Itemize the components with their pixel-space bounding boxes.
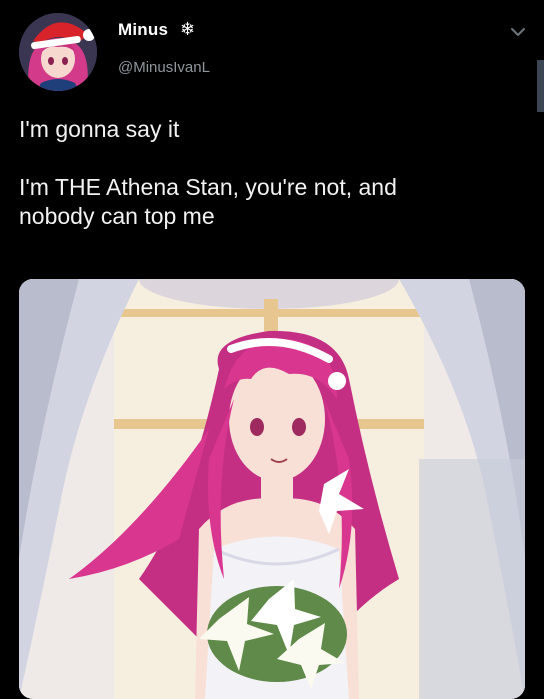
tweet-text: I'm gonna say it I'm THE Athena Stan, yo… — [19, 115, 524, 231]
user-handle[interactable]: @MinusIvanL — [118, 59, 210, 76]
tweet-text-line: I'm THE Athena Stan, you're not, and — [19, 174, 397, 200]
snowflake-icon: ❄ — [180, 19, 196, 39]
tweet-text-line: nobody can top me — [19, 203, 215, 229]
tweet-media-image[interactable] — [19, 279, 525, 699]
display-name[interactable]: Minus — [118, 20, 168, 40]
chevron-down-icon[interactable] — [505, 22, 531, 42]
avatar[interactable] — [19, 13, 97, 91]
tweet-text-line: I'm gonna say it — [19, 116, 180, 142]
scrollbar[interactable] — [537, 60, 544, 112]
tweet-header: Minus ❄ @MinusIvanL — [0, 0, 544, 100]
